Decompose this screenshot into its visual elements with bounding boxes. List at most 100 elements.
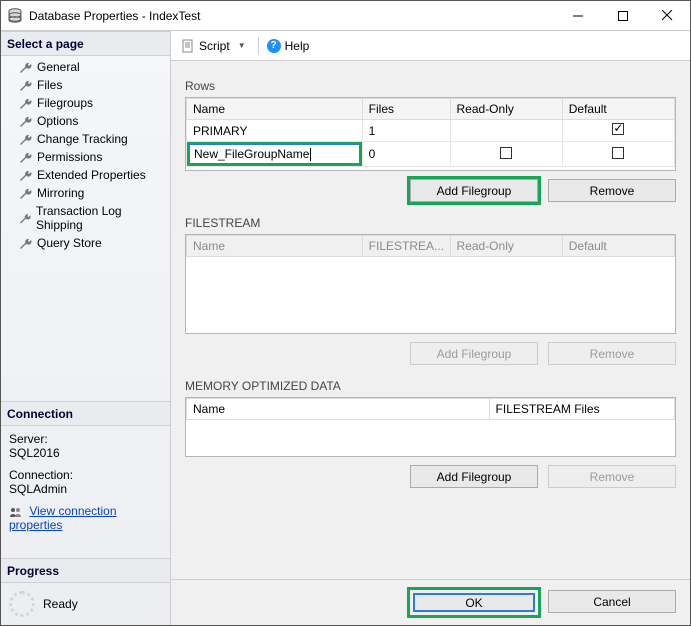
nav-label: Permissions <box>37 150 102 164</box>
wrench-icon <box>19 237 33 249</box>
rows-remove-button[interactable]: Remove <box>548 179 676 202</box>
connection-info: Server:SQL2016 Connection:SQLAdmin View … <box>1 426 170 538</box>
rows-add-filegroup-button[interactable]: Add Filegroup <box>410 179 538 202</box>
col-name[interactable]: Name <box>187 236 363 257</box>
nav-options[interactable]: Options <box>1 112 170 130</box>
server-label: Server: <box>9 432 162 446</box>
help-button[interactable]: Help <box>285 39 310 53</box>
window-buttons <box>555 1 690 30</box>
nav-label: Filegroups <box>37 96 93 110</box>
filestream-remove-button[interactable]: Remove <box>548 342 676 365</box>
wrench-icon <box>19 79 33 91</box>
connection-value: SQLAdmin <box>9 482 162 496</box>
nav-mirroring[interactable]: Mirroring <box>1 184 170 202</box>
col-name[interactable]: Name <box>187 99 363 120</box>
wrench-icon <box>19 115 33 127</box>
col-fsfiles[interactable]: FILESTREA... <box>362 236 450 257</box>
script-icon <box>181 39 195 53</box>
cell-default[interactable] <box>562 142 674 167</box>
select-page-header: Select a page <box>1 31 170 56</box>
database-icon <box>7 8 23 24</box>
nav-label: Files <box>37 78 62 92</box>
nav-query-store[interactable]: Query Store <box>1 234 170 252</box>
cell-readonly[interactable] <box>450 142 562 167</box>
filestream-add-filegroup-button[interactable]: Add Filegroup <box>410 342 538 365</box>
nav-label: Transaction Log Shipping <box>36 204 162 232</box>
mo-add-filegroup-button[interactable]: Add Filegroup <box>410 465 538 488</box>
dialog-footer: OK Cancel <box>171 579 690 625</box>
window-title: Database Properties - IndexTest <box>29 9 555 23</box>
filestream-grid[interactable]: Name FILESTREA... Read-Only Default <box>185 234 676 334</box>
ok-button[interactable]: OK <box>413 593 535 612</box>
cell-name[interactable]: PRIMARY <box>187 120 363 142</box>
checkbox-icon[interactable] <box>500 147 512 159</box>
help-icon: ? <box>267 39 281 53</box>
cell-name-editing[interactable]: New_FileGroupName <box>187 142 363 167</box>
nav-files[interactable]: Files <box>1 76 170 94</box>
cancel-button[interactable]: Cancel <box>548 590 676 613</box>
maximize-button[interactable] <box>600 1 645 30</box>
col-default[interactable]: Default <box>562 236 674 257</box>
connection-label: Connection: <box>9 468 162 482</box>
nav-filegroups[interactable]: Filegroups <box>1 94 170 112</box>
ok-button-highlight: OK <box>410 590 538 615</box>
people-icon <box>9 506 23 518</box>
nav-general[interactable]: General <box>1 58 170 76</box>
table-row[interactable]: New_FileGroupName 0 <box>187 142 675 167</box>
nav-permissions[interactable]: Permissions <box>1 148 170 166</box>
view-connection-properties-link[interactable]: View connection properties <box>9 504 117 532</box>
close-button[interactable] <box>645 1 690 30</box>
page-nav: General Files Filegroups Options Change … <box>1 56 170 254</box>
col-name[interactable]: Name <box>187 399 490 420</box>
mo-grid[interactable]: Name FILESTREAM Files <box>185 397 676 457</box>
wrench-icon <box>19 133 33 145</box>
wrench-icon <box>19 169 33 181</box>
nav-label: Change Tracking <box>37 132 128 146</box>
connection-header: Connection <box>1 401 170 426</box>
right-pane: Script ▼ ? Help Rows Name Files Read-Onl… <box>171 31 690 625</box>
content-panel: Rows Name Files Read-Only Default PRIMAR… <box>171 61 690 579</box>
col-readonly[interactable]: Read-Only <box>450 99 562 120</box>
rows-grid[interactable]: Name Files Read-Only Default PRIMARY 1 <box>185 97 676 171</box>
cell-readonly[interactable] <box>450 120 562 142</box>
checkbox-checked-icon[interactable] <box>612 123 624 135</box>
nav-label: Query Store <box>37 236 102 250</box>
nav-change-tracking[interactable]: Change Tracking <box>1 130 170 148</box>
nav-extended-properties[interactable]: Extended Properties <box>1 166 170 184</box>
cell-files[interactable]: 0 <box>362 142 450 167</box>
col-readonly[interactable]: Read-Only <box>450 236 562 257</box>
dialog-window: Database Properties - IndexTest Select a… <box>0 0 691 626</box>
close-icon <box>662 10 673 21</box>
wrench-icon <box>19 97 33 109</box>
checkbox-icon[interactable] <box>612 147 624 159</box>
mo-remove-button[interactable]: Remove <box>548 465 676 488</box>
rows-title: Rows <box>185 79 676 93</box>
wrench-icon <box>19 61 33 73</box>
titlebar[interactable]: Database Properties - IndexTest <box>1 1 690 31</box>
text-caret-icon <box>310 148 311 161</box>
progress-row: Ready <box>1 583 170 625</box>
nav-label: General <box>37 60 80 74</box>
spinner-icon <box>9 591 35 617</box>
cell-default[interactable] <box>562 120 674 142</box>
maximize-icon <box>618 11 628 21</box>
col-files[interactable]: Files <box>362 99 450 120</box>
nav-label: Extended Properties <box>37 168 146 182</box>
table-row[interactable]: PRIMARY 1 <box>187 120 675 142</box>
nav-transaction-log-shipping[interactable]: Transaction Log Shipping <box>1 202 170 234</box>
col-default[interactable]: Default <box>562 99 674 120</box>
filestream-title: FILESTREAM <box>185 216 676 230</box>
minimize-button[interactable] <box>555 1 600 30</box>
script-dropdown[interactable]: ▼ <box>234 41 250 50</box>
name-input[interactable]: New_FileGroupName <box>194 147 309 161</box>
server-value: SQL2016 <box>9 446 162 460</box>
wrench-icon <box>19 187 33 199</box>
toolbar-separator <box>258 37 259 55</box>
left-pane: Select a page General Files Filegroups O… <box>1 31 171 625</box>
wrench-icon <box>19 151 33 163</box>
script-button[interactable]: Script <box>199 39 230 53</box>
col-fsfiles[interactable]: FILESTREAM Files <box>489 399 674 420</box>
progress-state: Ready <box>43 597 78 611</box>
nav-label: Options <box>37 114 78 128</box>
cell-files[interactable]: 1 <box>362 120 450 142</box>
